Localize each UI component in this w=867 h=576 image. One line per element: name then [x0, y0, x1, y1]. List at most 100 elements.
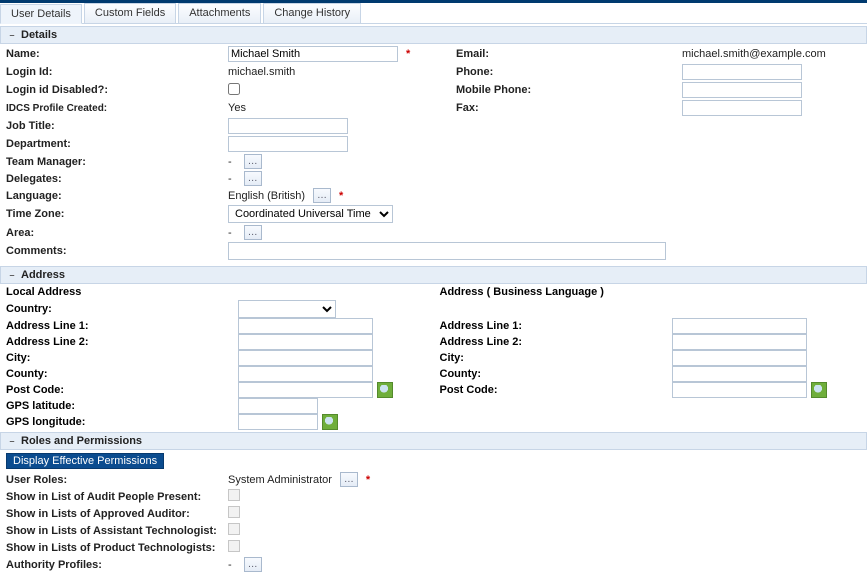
map-icon[interactable]: [322, 414, 338, 430]
label-fax: Fax:: [456, 101, 682, 115]
comments-textarea[interactable]: [228, 242, 666, 260]
empty-dash: -: [228, 227, 232, 239]
login-disabled-checkbox[interactable]: [228, 83, 240, 95]
tab-label: Custom Fields: [95, 7, 165, 19]
section-roles-header[interactable]: – Roles and Permissions: [0, 432, 867, 450]
label-login-id: Login Id:: [6, 65, 228, 79]
value-idcs: Yes: [228, 101, 456, 115]
label-postcode: Post Code:: [6, 384, 238, 396]
team-manager-picker[interactable]: …: [244, 154, 262, 169]
label-county: County:: [6, 368, 238, 380]
label-postcode-b: Post Code:: [440, 384, 672, 396]
biz-addr1-input[interactable]: [672, 318, 807, 334]
required-marker: *: [339, 190, 343, 202]
section-title: Details: [21, 29, 57, 41]
label-addr2-b: Address Line 2:: [440, 336, 672, 348]
label-team-manager: Team Manager:: [6, 155, 228, 169]
value-user-roles: System Administrator: [228, 474, 332, 486]
approved-auditor-checkbox: [228, 506, 240, 518]
value-login-id: michael.smith: [228, 65, 456, 79]
tab-attachments[interactable]: Attachments: [178, 3, 261, 23]
label-assistant-tech: Show in Lists of Assistant Technologist:: [6, 524, 228, 538]
biz-addr2-input[interactable]: [672, 334, 807, 350]
biz-city-input[interactable]: [672, 350, 807, 366]
label-area: Area:: [6, 226, 228, 240]
local-county-input[interactable]: [238, 366, 373, 382]
language-picker[interactable]: …: [313, 188, 331, 203]
value-email: michael.smith@example.com: [682, 47, 861, 61]
tab-label: User Details: [11, 8, 71, 20]
label-product-tech: Show in Lists of Product Technologists:: [6, 541, 228, 555]
collapse-icon: –: [7, 270, 17, 280]
label-county-b: County:: [440, 368, 672, 380]
label-time-zone: Time Zone:: [6, 207, 228, 221]
empty-dash: -: [228, 156, 232, 168]
delegates-picker[interactable]: …: [244, 171, 262, 186]
job-title-input[interactable]: [228, 118, 348, 134]
business-address-header: Address ( Business Language ): [434, 284, 867, 300]
label-authority-profiles: Authority Profiles:: [6, 558, 228, 572]
time-zone-select[interactable]: Coordinated Universal Time (UTC): [228, 205, 393, 223]
label-addr1: Address Line 1:: [6, 320, 238, 332]
label-city-b: City:: [440, 352, 672, 364]
label-approved-auditor: Show in Lists of Approved Auditor:: [6, 507, 228, 521]
collapse-icon: –: [7, 30, 17, 40]
value-language: English (British): [228, 190, 305, 202]
biz-postcode-input[interactable]: [672, 382, 807, 398]
map-icon[interactable]: [377, 382, 393, 398]
local-addr2-input[interactable]: [238, 334, 373, 350]
authority-profiles-picker[interactable]: …: [244, 557, 262, 572]
tab-custom-fields[interactable]: Custom Fields: [84, 3, 176, 23]
name-input[interactable]: [228, 46, 398, 62]
label-city: City:: [6, 352, 238, 364]
display-effective-permissions-button[interactable]: Display Effective Permissions: [6, 453, 164, 469]
label-email: Email:: [456, 47, 682, 61]
user-roles-picker[interactable]: …: [340, 472, 358, 487]
local-city-input[interactable]: [238, 350, 373, 366]
gps-lat-input[interactable]: [238, 398, 318, 414]
tab-change-history[interactable]: Change History: [263, 3, 361, 23]
section-title: Roles and Permissions: [21, 435, 142, 447]
local-address-header: Local Address: [0, 284, 434, 300]
label-user-roles: User Roles:: [6, 473, 228, 487]
label-gps-lat: GPS latitude:: [6, 400, 238, 412]
label-gps-lon: GPS longitude:: [6, 416, 238, 428]
empty-dash: -: [228, 173, 232, 185]
label-language: Language:: [6, 189, 228, 203]
country-select[interactable]: [238, 300, 336, 318]
label-phone: Phone:: [456, 65, 682, 79]
assistant-tech-checkbox: [228, 523, 240, 535]
tab-user-details[interactable]: User Details: [0, 4, 82, 24]
tabs: User Details Custom Fields Attachments C…: [0, 3, 867, 24]
mobile-input[interactable]: [682, 82, 802, 98]
product-tech-checkbox: [228, 540, 240, 552]
label-addr1-b: Address Line 1:: [440, 320, 672, 332]
area-picker[interactable]: …: [244, 225, 262, 240]
audit-present-checkbox: [228, 489, 240, 501]
label-name: Name:: [6, 47, 228, 61]
label-addr2: Address Line 2:: [6, 336, 238, 348]
local-postcode-input[interactable]: [238, 382, 373, 398]
label-mobile: Mobile Phone:: [456, 83, 682, 97]
required-marker: *: [406, 48, 410, 60]
tab-label: Change History: [274, 7, 350, 19]
map-icon[interactable]: [811, 382, 827, 398]
gps-lon-input[interactable]: [238, 414, 318, 430]
tab-label: Attachments: [189, 7, 250, 19]
biz-county-input[interactable]: [672, 366, 807, 382]
section-address-header[interactable]: – Address: [0, 266, 867, 284]
fax-input[interactable]: [682, 100, 802, 116]
local-addr1-input[interactable]: [238, 318, 373, 334]
required-marker: *: [366, 474, 370, 486]
label-idcs: IDCS Profile Created:: [6, 102, 228, 115]
phone-input[interactable]: [682, 64, 802, 80]
label-login-disabled: Login id Disabled?:: [6, 83, 228, 97]
section-details-header[interactable]: – Details: [0, 26, 867, 44]
label-comments: Comments:: [6, 244, 228, 258]
empty-dash: -: [228, 559, 232, 571]
label-audit-present: Show in List of Audit People Present:: [6, 490, 228, 504]
collapse-icon: –: [7, 436, 17, 446]
section-title: Address: [21, 269, 65, 281]
department-input[interactable]: [228, 136, 348, 152]
label-department: Department:: [6, 137, 228, 151]
